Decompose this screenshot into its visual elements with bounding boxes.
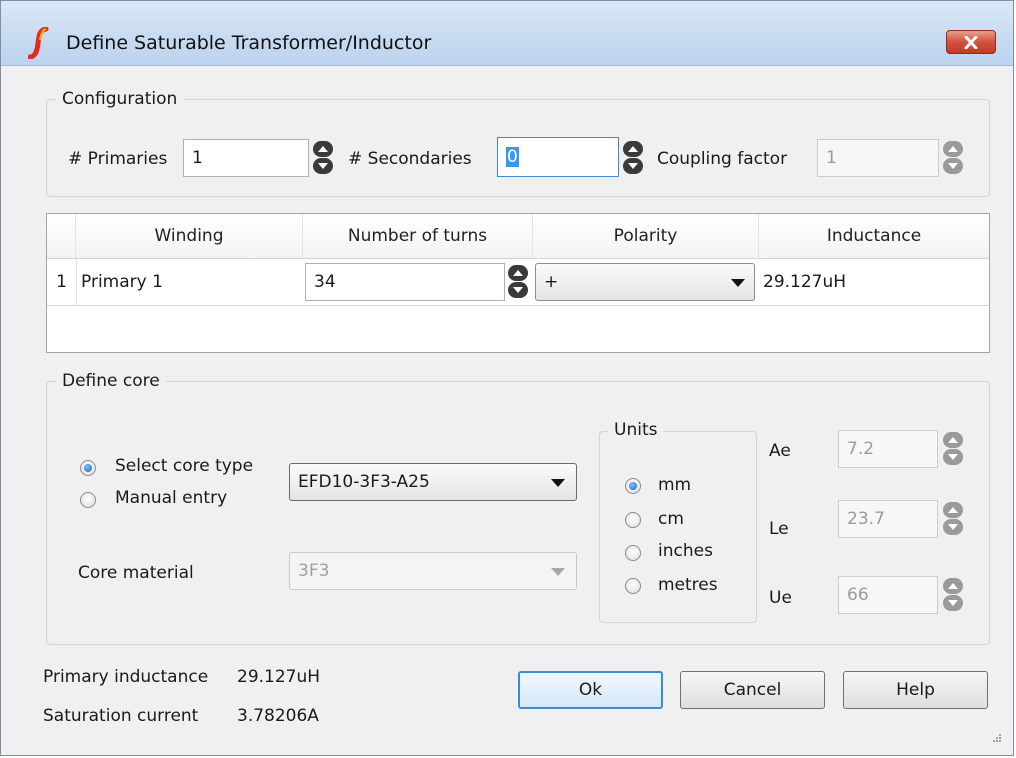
cancel-button[interactable]: Cancel: [680, 671, 825, 709]
spin-down-icon: [943, 449, 963, 465]
column-header-polarity[interactable]: Polarity: [533, 214, 759, 258]
ue-label: Ue: [769, 588, 792, 608]
spin-down-icon: [943, 595, 963, 611]
le-spinner: [943, 501, 963, 537]
turns-spinner[interactable]: [508, 264, 528, 300]
column-header-winding[interactable]: Winding: [76, 214, 303, 258]
dropdown-arrow-icon: [731, 279, 745, 287]
spin-down-icon[interactable]: [508, 282, 528, 298]
row-header-corner: [47, 214, 76, 258]
spin-up-icon: [943, 432, 963, 448]
cell-polarity-dropdown[interactable]: +: [535, 263, 755, 301]
core-material-value: 3F3: [298, 561, 330, 581]
help-button[interactable]: Help: [843, 671, 988, 709]
spin-up-icon: [943, 578, 963, 594]
core-material-dropdown: 3F3: [289, 552, 577, 590]
ae-spinner: [943, 431, 963, 467]
ue-input: 66: [838, 576, 938, 614]
manual-entry-label[interactable]: Manual entry: [115, 488, 227, 508]
spin-up-icon: [943, 502, 963, 518]
primaries-input[interactable]: 1: [183, 139, 309, 177]
secondaries-spinner[interactable]: [623, 140, 643, 176]
saturation-current-label: Saturation current: [43, 706, 199, 726]
spin-down-icon[interactable]: [623, 158, 643, 174]
units-legend: Units: [608, 420, 664, 440]
select-core-type-label[interactable]: Select core type: [115, 456, 253, 476]
spin-up-icon: [943, 141, 963, 157]
dropdown-arrow-icon: [551, 568, 565, 576]
cell-winding[interactable]: Primary 1: [81, 259, 163, 305]
column-header-turns[interactable]: Number of turns: [303, 214, 533, 258]
close-icon: [964, 36, 978, 49]
primaries-spinner[interactable]: [313, 140, 333, 176]
spin-down-icon: [943, 158, 963, 174]
secondaries-input[interactable]: 0: [497, 137, 619, 177]
secondaries-label: # Secondaries: [348, 149, 472, 169]
ok-button[interactable]: Ok: [518, 671, 663, 709]
core-material-label: Core material: [78, 563, 194, 583]
core-type-dropdown[interactable]: EFD10-3F3-A25: [289, 463, 577, 501]
coupling-factor-spinner: [943, 140, 963, 176]
le-label: Le: [769, 519, 789, 539]
coupling-factor-input: 1: [817, 139, 939, 177]
manual-entry-radio[interactable]: [80, 492, 96, 508]
spin-down-icon: [943, 519, 963, 535]
cell-turns-input[interactable]: 34: [305, 263, 505, 301]
table-row[interactable]: 1 Primary 1 34 + 29.127uH: [47, 259, 989, 306]
units-cm-label[interactable]: cm: [658, 509, 684, 529]
units-mm-radio[interactable]: [625, 478, 641, 494]
units-metres-label[interactable]: metres: [658, 575, 718, 595]
units-inches-label[interactable]: inches: [658, 541, 713, 561]
units-metres-radio[interactable]: [625, 578, 641, 594]
saturation-current-value: 3.78206A: [237, 706, 319, 726]
ue-spinner: [943, 577, 963, 613]
units-cm-radio[interactable]: [625, 512, 641, 528]
primary-inductance-value: 29.127uH: [237, 667, 321, 687]
windings-table[interactable]: Winding Number of turns Polarity Inducta…: [46, 213, 990, 353]
spin-down-icon[interactable]: [313, 158, 333, 174]
coupling-factor-label: Coupling factor: [657, 149, 788, 169]
spin-up-icon[interactable]: [313, 141, 333, 157]
resize-grip-icon[interactable]: [992, 733, 1002, 743]
spin-up-icon[interactable]: [508, 265, 528, 281]
primary-inductance-label: Primary inductance: [43, 667, 209, 687]
ae-label: Ae: [769, 441, 791, 461]
cell-inductance: 29.127uH: [763, 272, 847, 292]
units-inches-radio[interactable]: [625, 545, 641, 561]
define-core-legend: Define core: [56, 371, 166, 391]
polarity-value: +: [544, 272, 559, 292]
select-core-type-radio[interactable]: [80, 460, 96, 476]
close-button[interactable]: [946, 30, 996, 54]
spin-up-icon[interactable]: [623, 141, 643, 157]
row-number: 1: [47, 259, 77, 305]
window-title: Define Saturable Transformer/Inductor: [66, 32, 432, 54]
ae-input: 7.2: [838, 430, 938, 468]
configuration-legend: Configuration: [56, 89, 184, 109]
units-mm-label[interactable]: mm: [658, 475, 691, 495]
le-input: 23.7: [838, 500, 938, 538]
dropdown-arrow-icon: [551, 479, 565, 487]
primaries-label: # Primaries: [68, 149, 168, 169]
core-type-value: EFD10-3F3-A25: [298, 472, 430, 492]
secondaries-value-selected: 0: [506, 147, 519, 167]
column-header-inductance[interactable]: Inductance: [759, 214, 989, 258]
simetrix-logo-icon: [28, 27, 49, 59]
